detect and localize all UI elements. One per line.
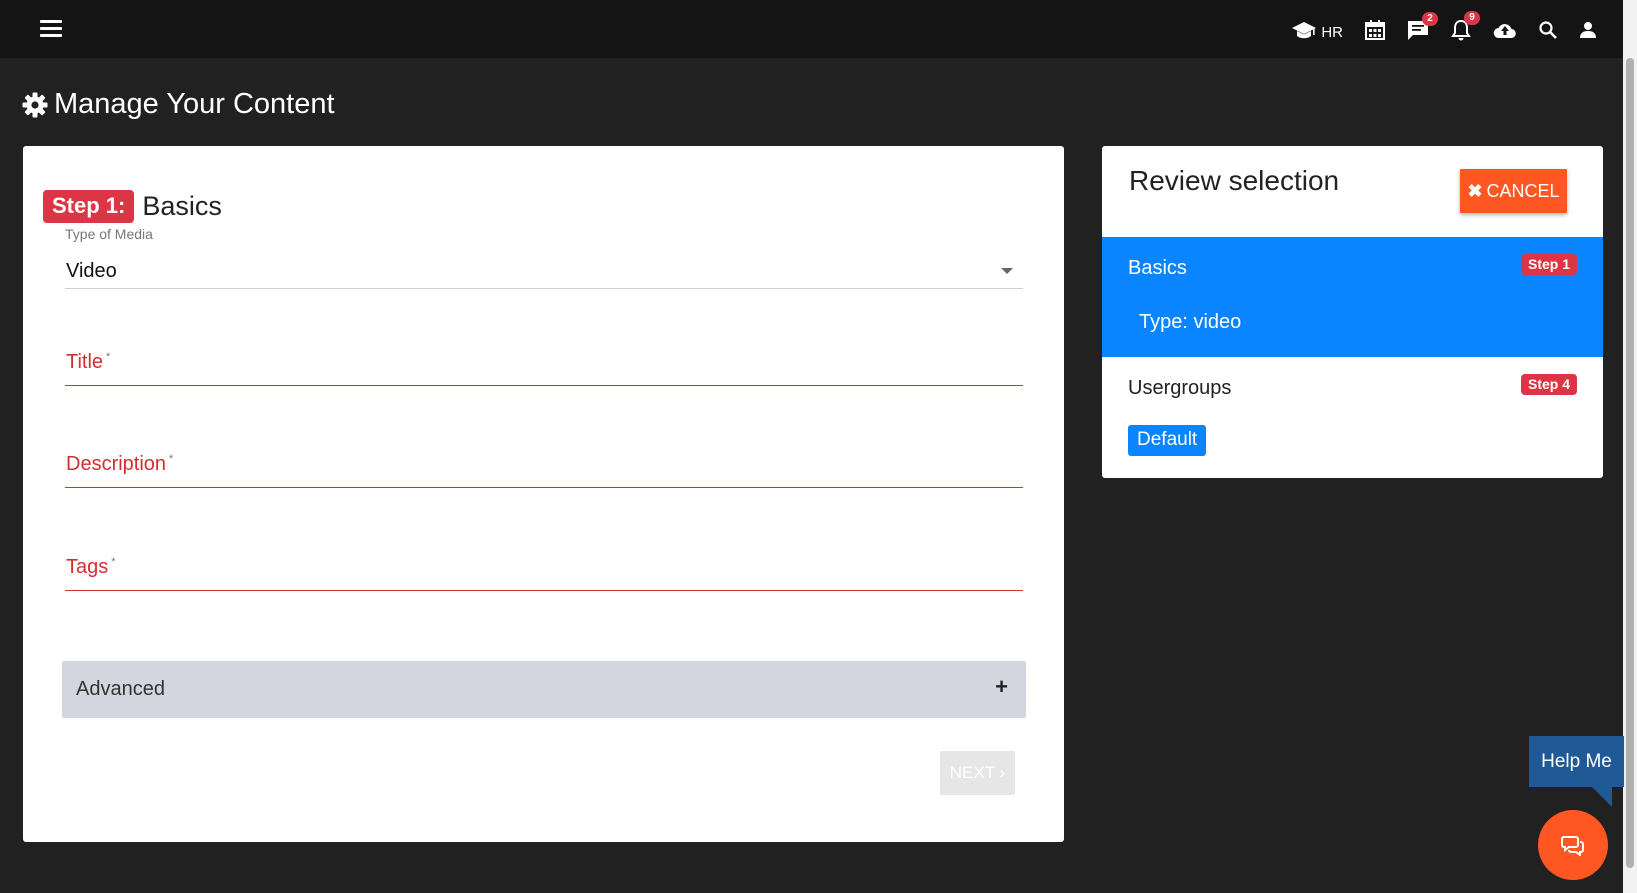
chat-icon xyxy=(1561,836,1584,856)
usergroups-section-title: Usergroups xyxy=(1128,377,1232,399)
page-header: Manage Your Content xyxy=(22,88,335,121)
help-me-bubble[interactable]: Help Me xyxy=(1529,736,1624,787)
hr-button[interactable]: HR xyxy=(1291,20,1343,41)
title-field[interactable]: Title * xyxy=(65,343,1023,386)
step-number-chip: Step 1: xyxy=(43,190,135,223)
advanced-label: Advanced xyxy=(76,678,165,700)
user-icon xyxy=(1580,22,1596,38)
scrollbar-thumb[interactable] xyxy=(1626,58,1634,868)
usergroup-chip: Default xyxy=(1128,425,1207,456)
search-button[interactable] xyxy=(1539,21,1557,39)
notifications-count-badge: 9 xyxy=(1464,11,1480,25)
review-selection-card: Review selection ✖ CANCEL Basics Step 1 T… xyxy=(1102,146,1603,478)
topbar-actions: HR 2 9 xyxy=(1291,11,1597,45)
required-marker: * xyxy=(111,556,116,569)
tags-field[interactable]: Tags * xyxy=(65,548,1023,591)
tags-field-label: Tags * xyxy=(66,556,116,578)
required-marker: * xyxy=(106,351,111,364)
graduation-cap-icon xyxy=(1292,22,1317,39)
hr-label: HR xyxy=(1321,23,1343,41)
step-heading: Step 1: Basics xyxy=(43,190,222,223)
cloud-upload-icon xyxy=(1493,24,1516,39)
review-section-basics[interactable]: Basics Step 1 Type: video xyxy=(1102,237,1603,357)
step-title: Basics xyxy=(142,191,222,221)
upload-button[interactable] xyxy=(1493,21,1517,39)
plus-icon: + xyxy=(995,674,1008,699)
review-title: Review selection xyxy=(1129,165,1340,196)
media-type-summary: Type: video xyxy=(1139,311,1242,333)
advanced-accordion[interactable]: Advanced + xyxy=(62,661,1026,718)
gear-icon xyxy=(22,92,48,117)
review-section-usergroups[interactable]: Usergroups Step 4 Default xyxy=(1102,357,1603,478)
user-account-button[interactable] xyxy=(1579,21,1597,39)
hamburger-menu-icon[interactable] xyxy=(40,20,62,40)
messages-count-badge: 2 xyxy=(1422,11,1438,26)
basics-step-badge: Step 1 xyxy=(1520,254,1577,275)
messages-button[interactable]: 2 xyxy=(1407,11,1438,41)
required-marker: * xyxy=(169,453,174,466)
cancel-label: CANCEL xyxy=(1486,181,1560,201)
search-icon xyxy=(1539,21,1557,39)
title-field-label: Title * xyxy=(66,351,111,373)
chat-launcher-button[interactable] xyxy=(1538,810,1608,880)
page-title: Manage Your Content xyxy=(54,88,335,120)
notifications-button[interactable]: 9 xyxy=(1451,11,1480,41)
chevron-down-icon xyxy=(1001,268,1013,274)
usergroups-step-badge: Step 4 xyxy=(1520,374,1577,395)
description-field[interactable]: Description * xyxy=(65,445,1023,488)
media-type-value: Video xyxy=(66,260,117,282)
cancel-button[interactable]: ✖ CANCEL xyxy=(1460,169,1567,213)
calendar-button[interactable] xyxy=(1365,20,1385,40)
description-field-label: Description * xyxy=(66,453,174,475)
page-scrollbar[interactable] xyxy=(1623,0,1637,893)
top-navbar: HR 2 9 xyxy=(0,0,1623,58)
close-icon: ✖ xyxy=(1467,181,1483,201)
media-type-select[interactable]: Video xyxy=(65,250,1023,289)
calendar-icon xyxy=(1365,20,1385,40)
next-button[interactable]: NEXT › xyxy=(940,751,1015,795)
help-bubble-tail xyxy=(1590,785,1612,807)
basics-section-title: Basics xyxy=(1128,257,1187,279)
content-form-card: Step 1: Basics Type of Media Video Title… xyxy=(23,146,1064,842)
media-type-label: Type of Media xyxy=(65,226,153,242)
